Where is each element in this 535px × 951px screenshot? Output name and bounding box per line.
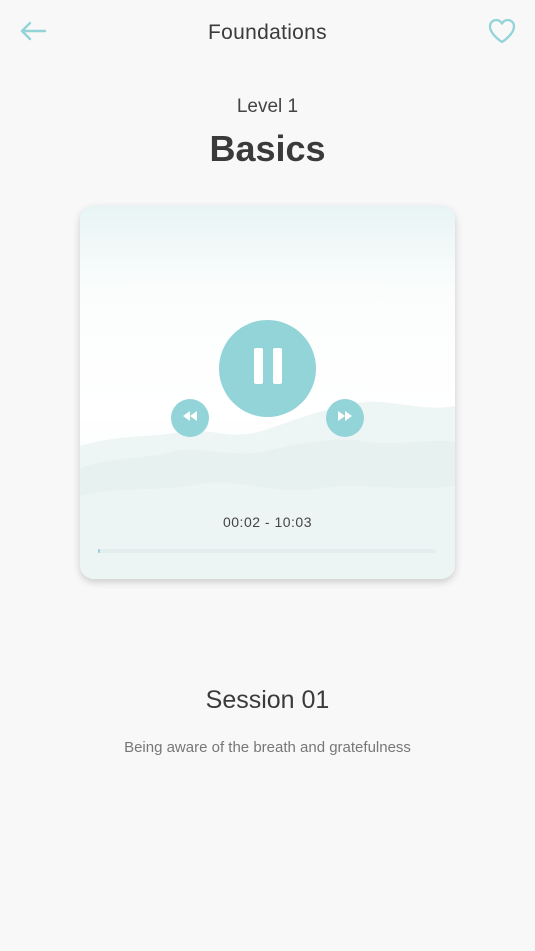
pause-button[interactable] — [219, 320, 316, 417]
rewind-button[interactable] — [171, 399, 209, 437]
session-title: Session 01 — [205, 686, 330, 714]
progress-bar[interactable] — [98, 549, 436, 553]
heart-outline-icon — [487, 17, 517, 50]
fast-forward-button[interactable] — [326, 399, 364, 437]
pause-icon — [251, 346, 285, 391]
progress-fill — [98, 549, 101, 553]
level-label: Level 1 — [236, 96, 299, 117]
page-title: Foundations — [208, 21, 327, 44]
fast-forward-icon — [337, 409, 353, 427]
audio-player-card: 00:02 - 10:03 — [80, 206, 455, 579]
favorite-button[interactable] — [485, 16, 519, 50]
time-display: 00:02 - 10:03 — [222, 514, 312, 530]
top-bar: Foundations — [0, 0, 535, 70]
course-title: Basics — [209, 128, 326, 169]
session-description: Being aware of the breath and gratefulne… — [124, 739, 411, 756]
rewind-icon — [182, 409, 198, 427]
